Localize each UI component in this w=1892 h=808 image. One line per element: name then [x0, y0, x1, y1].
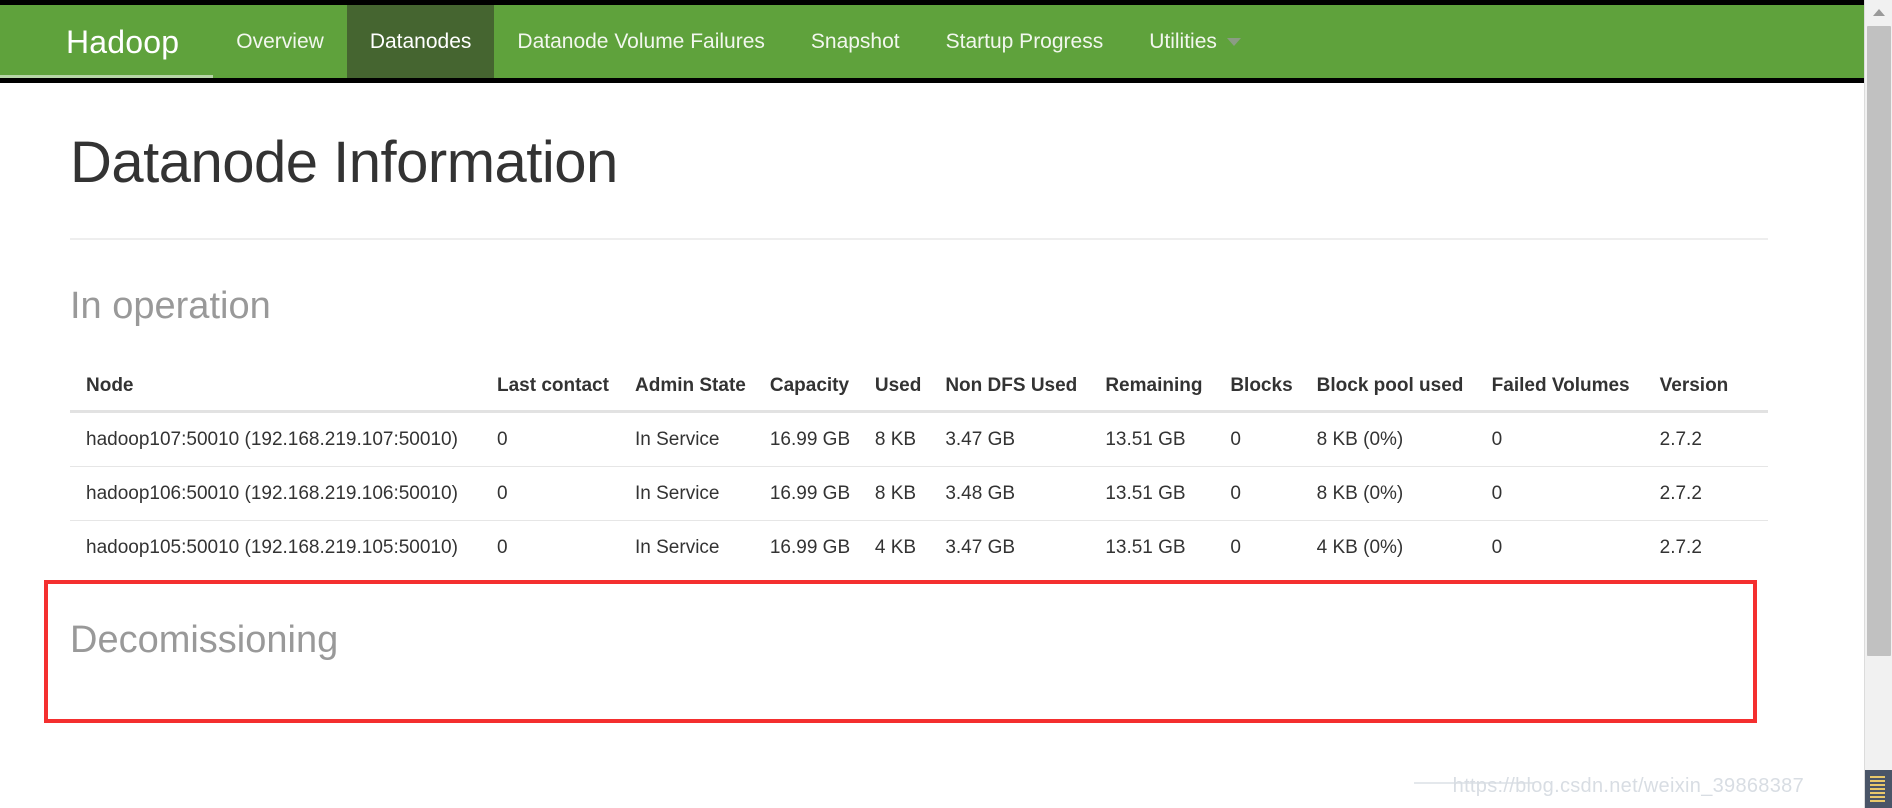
column-header-block-pool-used: Block pool used	[1304, 374, 1480, 413]
cell-failed-volumes: 0	[1479, 519, 1648, 574]
cell-remaining: 13.51 GB	[1093, 465, 1219, 521]
datanodes-table: Node Last contact Admin State Capacity Used N…	[70, 374, 1768, 574]
cell-admin-state: In Service	[623, 465, 758, 521]
column-header-version: Version	[1647, 374, 1768, 413]
cell-used: 8 KB	[874, 428, 917, 450]
nav-item-label: Datanode Volume Failures	[517, 30, 765, 53]
nav-item-overview[interactable]: Overview	[213, 5, 347, 78]
cell-version: 2.7.2	[1647, 519, 1768, 574]
column-header-blocks: Blocks	[1218, 374, 1305, 413]
nav-item-label: Overview	[236, 30, 324, 53]
cell-node[interactable]: hadoop105:50010 (192.168.219.105:50010)	[70, 519, 485, 574]
column-header-capacity: Capacity	[757, 374, 863, 413]
scroll-up-arrow-icon[interactable]	[1865, 0, 1892, 24]
cell-remaining: 13.51 GB	[1093, 519, 1219, 574]
nav-item-startup-progress[interactable]: Startup Progress	[923, 5, 1127, 78]
navbar-items: Overview Datanodes Datanode Volume Failure…	[213, 5, 1264, 78]
nav-item-utilities[interactable]: Utilities	[1126, 5, 1264, 78]
cell-non-dfs-used: 3.47 GB	[945, 428, 1016, 450]
brand-hadoop[interactable]: Hadoop	[0, 5, 214, 78]
cell-capacity: 16.99 GB	[757, 519, 863, 574]
vertical-scrollbar[interactable]	[1864, 0, 1892, 808]
cell-node[interactable]: hadoop106:50010 (192.168.219.106:50010)	[70, 465, 485, 521]
table-row: hadoop107:50010 (192.168.219.107:50010) 0…	[70, 411, 1768, 466]
cell-block-pool-used: 4 KB (0%)	[1304, 519, 1480, 574]
nav-item-label: Snapshot	[810, 30, 900, 53]
scrollbar-thumb[interactable]	[1867, 26, 1891, 656]
cell-version: 2.7.2	[1647, 465, 1768, 521]
cell-version: 2.7.2	[1659, 428, 1702, 450]
cell-used: 8 KB	[862, 465, 934, 521]
column-header-used: Used	[862, 374, 934, 413]
datanodes-table-wrap: Node Last contact Admin State Capacity Used N…	[70, 374, 1768, 574]
column-header-node: Node	[70, 374, 485, 413]
nav-item-datanodes[interactable]: Datanodes	[346, 5, 495, 78]
cell-last-contact: 0	[497, 428, 508, 450]
cell-remaining: 13.51 GB	[1105, 428, 1186, 450]
cell-node[interactable]: hadoop107:50010 (192.168.219.107:50010)	[70, 411, 485, 466]
cell-failed-volumes: 0	[1491, 428, 1503, 450]
column-header-non-dfs-used: Non DFS Used	[933, 374, 1094, 413]
main-navbar: Hadoop Overview Datanodes Datanode Volume …	[0, 5, 1864, 83]
cell-used: 4 KB	[862, 519, 934, 574]
section-title-decommissioning: Decomissioning	[70, 618, 339, 661]
page-title: Datanode Information	[70, 130, 618, 195]
cell-last-contact: 0	[485, 519, 623, 574]
cell-non-dfs-used: 3.47 GB	[933, 519, 1094, 574]
watermark-url: https://blog.csdn.net/weixin_39868387	[1452, 775, 1804, 797]
cell-capacity: 16.99 GB	[769, 428, 851, 450]
cell-blocks: 0	[1218, 519, 1305, 574]
page-container: Datanode Information In operation Node La…	[0, 83, 1864, 808]
column-header-admin-state: Admin State	[623, 374, 758, 413]
section-title-in-operation: In operation	[70, 284, 271, 327]
taskbar-corner-icon	[1865, 770, 1892, 808]
nav-item-label: Utilities	[1149, 30, 1217, 53]
cell-admin-state: In Service	[623, 519, 758, 574]
cell-blocks: 0	[1230, 428, 1241, 450]
column-header-failed-volumes: Failed Volumes	[1479, 374, 1648, 413]
cell-block-pool-used: 8 KB (0%)	[1304, 465, 1480, 521]
table-row: hadoop105:50010 (192.168.219.105:50010) 0…	[70, 519, 1768, 574]
nav-item-snapshot[interactable]: Snapshot	[788, 5, 923, 78]
cell-blocks: 0	[1218, 465, 1305, 521]
nav-item-datanode-volume-failures[interactable]: Datanode Volume Failures	[494, 5, 787, 78]
column-header-remaining: Remaining	[1093, 374, 1219, 413]
table-head: Node Last contact Admin State Capacity Used N…	[70, 374, 1768, 413]
cell-admin-state: In Service	[635, 428, 720, 450]
cell-non-dfs-used: 3.48 GB	[933, 465, 1094, 521]
table-header-row: Node Last contact Admin State Capacity Used N…	[70, 374, 1768, 413]
nav-item-label: Startup Progress	[945, 30, 1104, 53]
cell-failed-volumes: 0	[1479, 465, 1648, 521]
cell-last-contact: 0	[485, 465, 623, 521]
table-row: hadoop106:50010 (192.168.219.106:50010) 0…	[70, 465, 1768, 521]
content-inner: Datanode Information In operation Node La…	[70, 83, 1768, 661]
column-header-last-contact: Last contact	[485, 374, 623, 413]
table-body: hadoop107:50010 (192.168.219.107:50010) 0…	[70, 411, 1768, 574]
cell-capacity: 16.99 GB	[757, 465, 863, 521]
nav-item-label: Datanodes	[369, 30, 472, 53]
cell-block-pool-used: 8 KB (0%)	[1316, 428, 1404, 450]
chevron-down-icon	[1226, 37, 1241, 46]
